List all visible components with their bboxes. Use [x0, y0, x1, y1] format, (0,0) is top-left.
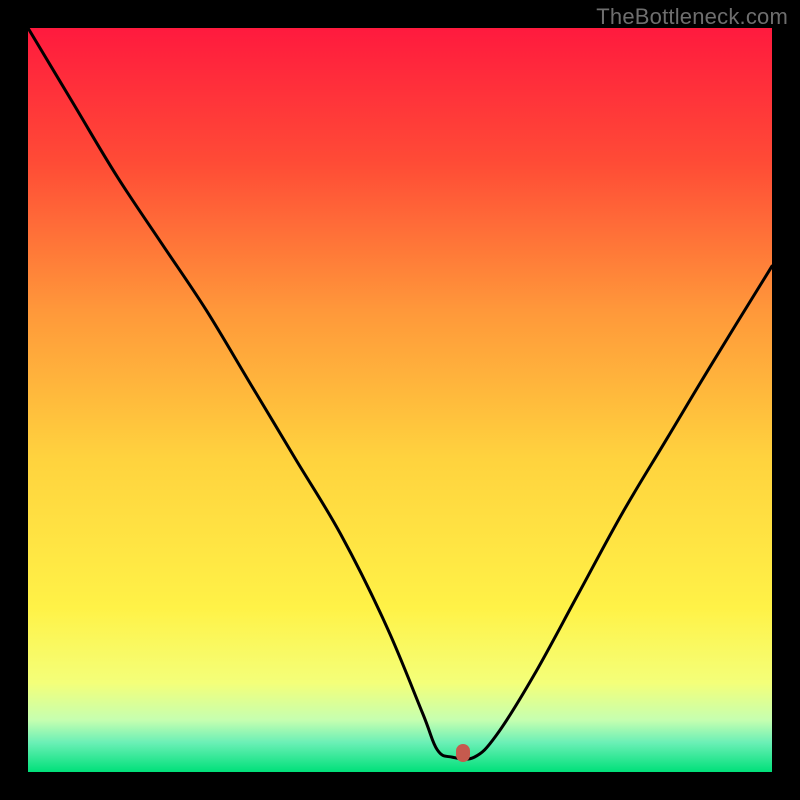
bottleneck-curve — [28, 28, 772, 772]
chart-frame: TheBottleneck.com — [0, 0, 800, 800]
watermark-text: TheBottleneck.com — [596, 4, 788, 30]
plot-area — [28, 28, 772, 772]
